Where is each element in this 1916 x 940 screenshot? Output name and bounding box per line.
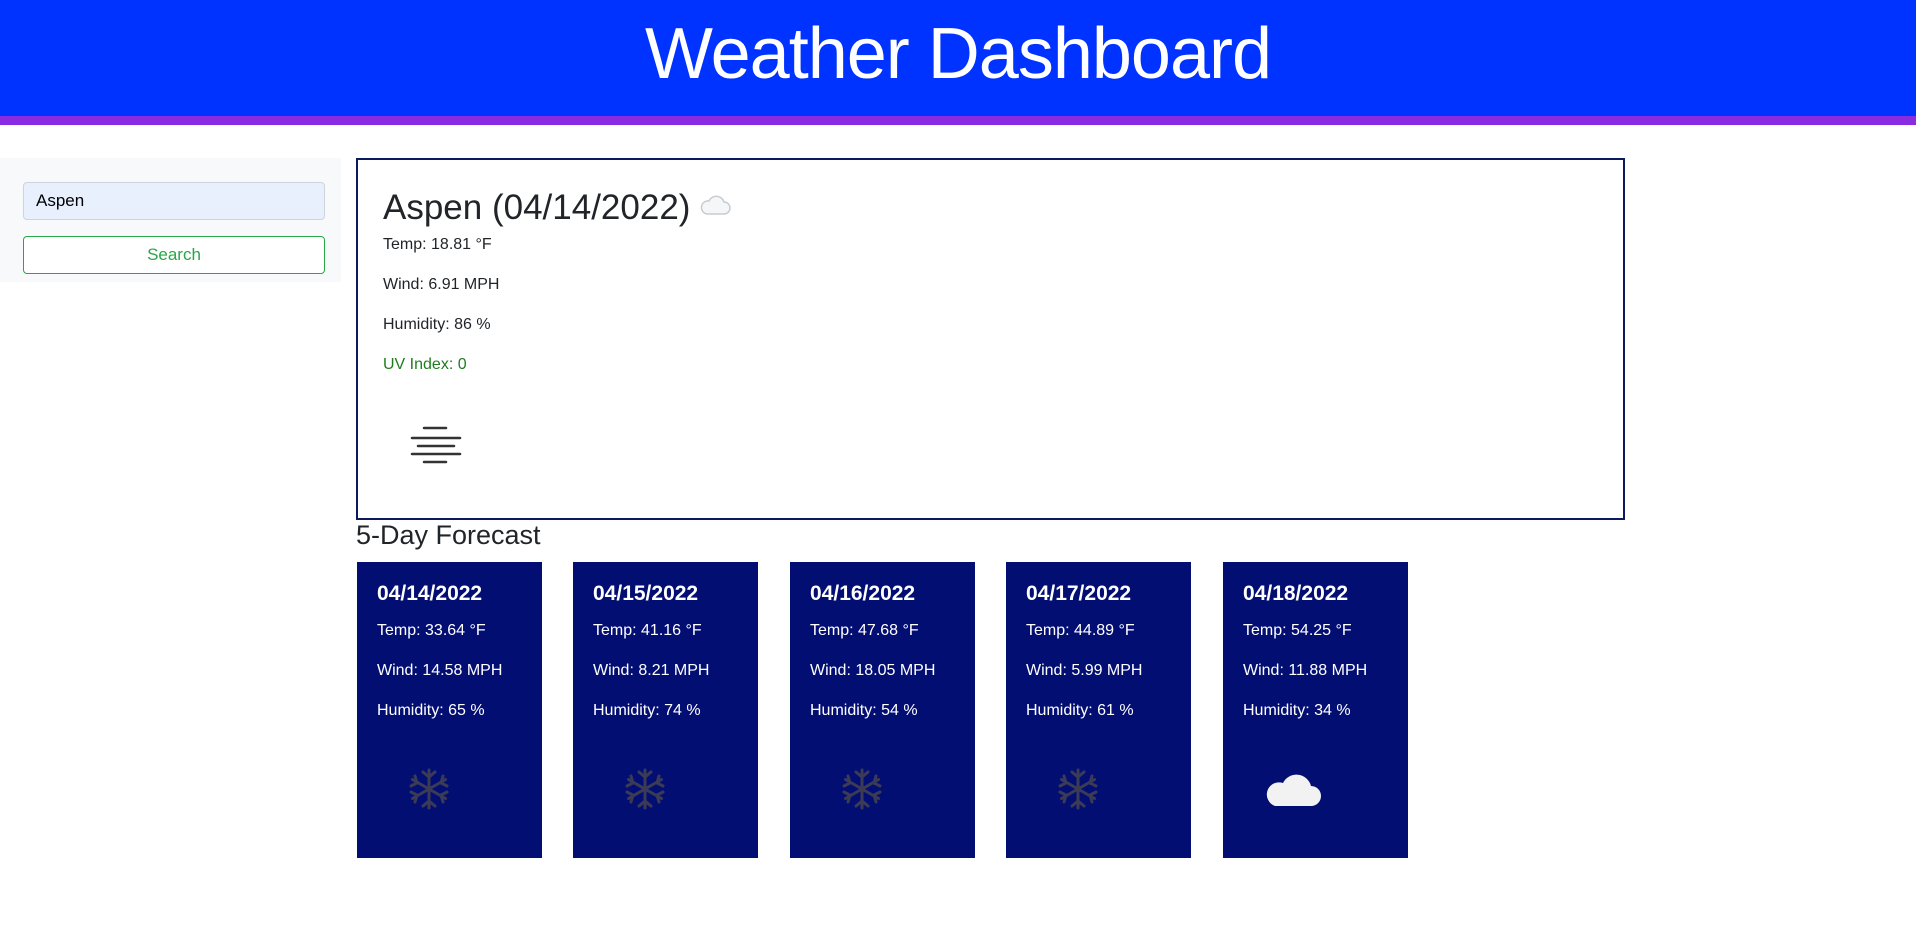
- forecast-temp: Temp: 33.64 °F: [377, 622, 486, 639]
- current-wind: Wind: 6.91 MPH: [383, 276, 500, 293]
- forecast-humidity: Humidity: 65 %: [377, 702, 485, 719]
- current-uv-index: UV Index: 0: [383, 356, 467, 373]
- cloud-icon: [1261, 768, 1325, 817]
- mist-icon: [406, 422, 466, 471]
- header-banner: Weather Dashboard: [0, 0, 1916, 116]
- forecast-temp: Temp: 54.25 °F: [1243, 622, 1352, 639]
- forecast-card: 04/14/2022 Temp: 33.64 °F Wind: 14.58 MP…: [357, 562, 542, 858]
- forecast-wind: Wind: 11.88 MPH: [1243, 662, 1368, 679]
- snow-icon: [623, 767, 667, 816]
- forecast-date: 04/15/2022: [593, 582, 699, 605]
- snow-icon: [840, 767, 884, 816]
- forecast-humidity: Humidity: 34 %: [1243, 702, 1351, 719]
- accent-bar: [0, 116, 1916, 125]
- forecast-wind: Wind: 18.05 MPH: [810, 662, 936, 679]
- forecast-date: 04/14/2022: [377, 582, 483, 605]
- forecast-humidity: Humidity: 74 %: [593, 702, 701, 719]
- search-panel: Search: [0, 158, 341, 282]
- forecast-temp: Temp: 44.89 °F: [1026, 622, 1135, 639]
- forecast-wind: Wind: 5.99 MPH: [1026, 662, 1143, 679]
- snow-icon: [1056, 767, 1100, 816]
- forecast-humidity: Humidity: 54 %: [810, 702, 918, 719]
- forecast-wind: Wind: 8.21 MPH: [593, 662, 710, 679]
- forecast-humidity: Humidity: 61 %: [1026, 702, 1134, 719]
- forecast-temp: Temp: 47.68 °F: [810, 622, 919, 639]
- forecast-temp: Temp: 41.16 °F: [593, 622, 702, 639]
- current-title-row: Aspen (04/14/2022): [383, 188, 732, 228]
- forecast-card: 04/15/2022 Temp: 41.16 °F Wind: 8.21 MPH…: [573, 562, 758, 858]
- city-search-input[interactable]: [23, 182, 325, 220]
- forecast-date: 04/18/2022: [1243, 582, 1349, 605]
- forecast-card: 04/18/2022 Temp: 54.25 °F Wind: 11.88 MP…: [1223, 562, 1408, 858]
- search-button[interactable]: Search: [23, 236, 325, 274]
- forecast-date: 04/17/2022: [1026, 582, 1132, 605]
- cloud-icon: [698, 194, 732, 223]
- current-temp: Temp: 18.81 °F: [383, 236, 492, 253]
- current-humidity: Humidity: 86 %: [383, 316, 491, 333]
- forecast-card: 04/17/2022 Temp: 44.89 °F Wind: 5.99 MPH…: [1006, 562, 1191, 858]
- forecast-card: 04/16/2022 Temp: 47.68 °F Wind: 18.05 MP…: [790, 562, 975, 858]
- forecast-date: 04/16/2022: [810, 582, 916, 605]
- current-city-date: Aspen (04/14/2022): [383, 188, 691, 227]
- current-weather-panel: Aspen (04/14/2022) Temp: 18.81 °F Wind: …: [356, 158, 1625, 520]
- forecast-wind: Wind: 14.58 MPH: [377, 662, 503, 679]
- forecast-heading: 5-Day Forecast: [356, 520, 541, 550]
- snow-icon: [407, 767, 451, 816]
- page-title: Weather Dashboard: [644, 14, 1272, 94]
